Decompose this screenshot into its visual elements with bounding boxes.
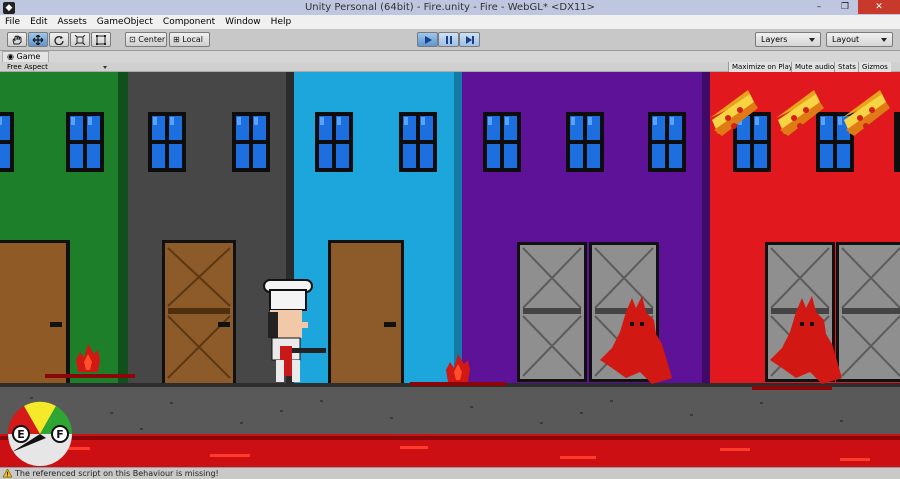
status-message: The referenced script on this Behaviour … — [15, 469, 219, 478]
chevron-down-icon — [881, 38, 887, 42]
menu-component[interactable]: Component — [158, 15, 220, 29]
layout-dropdown[interactable]: Layout — [826, 32, 893, 47]
layers-dropdown[interactable]: Layers — [755, 32, 821, 47]
step-button[interactable] — [459, 32, 480, 47]
hand-tool-icon — [12, 35, 22, 45]
scale-tool-icon — [74, 35, 86, 45]
game-tab-bar: ◉ Game — [0, 51, 900, 62]
house-cyan — [294, 72, 462, 384]
menu-assets[interactable]: Assets — [53, 15, 92, 29]
house-green — [0, 72, 128, 384]
local-space-icon: ⊞ — [173, 35, 180, 44]
tab-game[interactable]: ◉ Game — [2, 51, 50, 62]
layers-label: Layers — [761, 35, 788, 44]
status-bar[interactable]: The referenced script on this Behaviour … — [0, 467, 900, 479]
rotate-tool-icon — [54, 36, 64, 45]
pivot-label: Center — [138, 35, 166, 44]
layout-label: Layout — [832, 35, 860, 44]
pivot-icon: ⊡ — [129, 35, 136, 44]
play-icon — [424, 36, 432, 44]
aspect-label: Free Aspect — [7, 63, 48, 71]
move-tool-icon — [32, 35, 44, 45]
rect-tool-button[interactable] — [91, 32, 111, 47]
move-tool-button[interactable] — [28, 32, 48, 47]
space-label: Local — [182, 35, 203, 44]
pause-icon — [445, 36, 452, 44]
scale-tool-button[interactable] — [70, 32, 90, 47]
stats-toggle[interactable]: Stats — [834, 62, 859, 72]
menu-help[interactable]: Help — [266, 15, 297, 29]
gauge-full-label: F — [56, 428, 64, 441]
game-viewport[interactable]: E F — [0, 72, 900, 467]
title-bar: ◆ Unity Personal (64bit) - Fire.unity - … — [0, 0, 900, 15]
menu-gameobject[interactable]: GameObject — [92, 15, 158, 29]
game-control-bar: Free Aspect Maximize on Play Mute audio … — [0, 62, 900, 72]
gizmos-toggle[interactable]: Gizmos — [858, 62, 891, 72]
rotate-tool-button[interactable] — [49, 32, 69, 47]
game-view-icon: ◉ — [7, 52, 14, 61]
step-icon — [465, 36, 474, 44]
menu-bar: File Edit Assets GameObject Component Wi… — [0, 15, 900, 29]
space-local-button[interactable]: ⊞ Local — [169, 32, 210, 47]
window-title: Unity Personal (64bit) - Fire.unity - Fi… — [304, 2, 596, 13]
minimize-button[interactable]: – — [806, 0, 832, 14]
menu-window[interactable]: Window — [220, 15, 266, 29]
menu-edit[interactable]: Edit — [25, 15, 52, 29]
maximize-on-play-toggle[interactable]: Maximize on Play — [728, 62, 796, 72]
close-button[interactable]: ✕ — [858, 0, 900, 14]
game-scene: E F — [0, 72, 900, 467]
mute-audio-toggle[interactable]: Mute audio — [791, 62, 838, 72]
warning-icon — [3, 469, 12, 478]
tab-game-label: Game — [16, 52, 41, 61]
window-controls: – ❐ ✕ — [806, 0, 900, 14]
house-purple — [462, 72, 710, 384]
street — [0, 387, 900, 435]
main-toolbar: ⊡ Center ⊞ Local Layers Layout — [0, 29, 900, 51]
chevron-down-icon — [809, 38, 815, 42]
gauge-empty-label: E — [17, 428, 25, 441]
restore-button[interactable]: ❐ — [832, 0, 858, 14]
play-button[interactable] — [417, 32, 438, 47]
chevron-down-icon — [103, 66, 107, 69]
fuel-gauge: E F — [7, 401, 73, 466]
aspect-dropdown[interactable]: Free Aspect — [4, 62, 110, 72]
rect-tool-icon — [96, 35, 106, 45]
pivot-center-button[interactable]: ⊡ Center — [125, 32, 167, 47]
hand-tool-button[interactable] — [7, 32, 27, 47]
menu-file[interactable]: File — [0, 15, 25, 29]
pause-button[interactable] — [438, 32, 459, 47]
